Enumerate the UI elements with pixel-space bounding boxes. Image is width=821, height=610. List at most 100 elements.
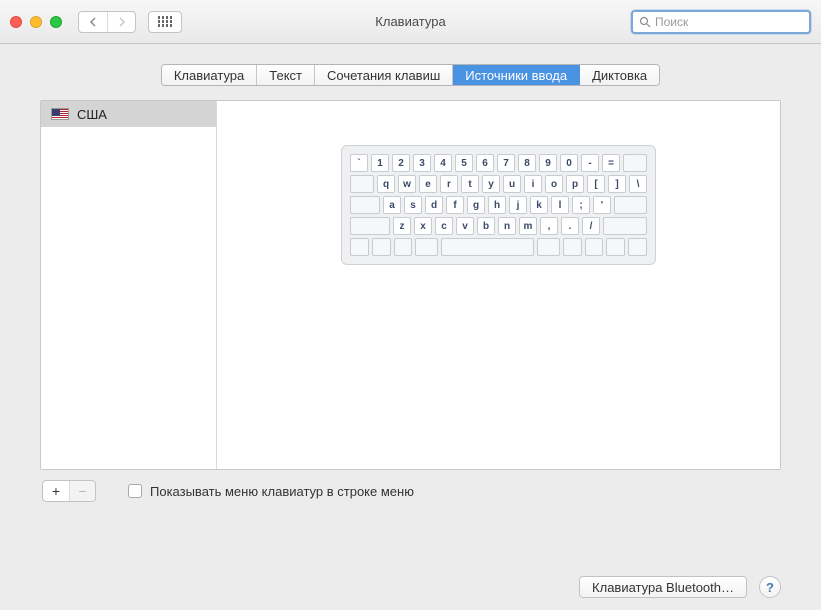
keyboard-graphic: `1234567890-= qwertyuiop[]\ asdfghjkl;' zxc… [341,145,656,265]
tab-bar: КлавиатураТекстСочетания клавишИсточники… [40,64,781,86]
key [372,238,391,256]
key: 9 [539,154,557,172]
search-field[interactable] [631,10,811,34]
key [628,238,647,256]
key: 7 [497,154,515,172]
key: c [435,217,453,235]
source-item-us[interactable]: США [41,101,216,127]
key [623,154,647,172]
key: o [545,175,563,193]
add-source-button[interactable]: + [43,481,69,501]
key: [ [587,175,605,193]
key: ` [350,154,368,172]
key: 2 [392,154,410,172]
key: j [509,196,527,214]
key: 8 [518,154,536,172]
key: b [477,217,495,235]
key: e [419,175,437,193]
key: f [446,196,464,214]
key: d [425,196,443,214]
key: 0 [560,154,578,172]
main-panel: США `1234567890-= qwertyuiop[]\ asdfghjkl;… [40,100,781,470]
key [350,217,390,235]
key [537,238,560,256]
flag-us-icon [51,108,69,120]
key: ] [608,175,626,193]
key [606,238,625,256]
tab-4[interactable]: Диктовка [580,65,659,85]
key: 4 [434,154,452,172]
bluetooth-keyboard-button[interactable]: Клавиатура Bluetooth… [579,576,747,598]
key: 1 [371,154,389,172]
key: n [498,217,516,235]
key: q [377,175,395,193]
remove-source-button[interactable]: − [69,481,95,501]
key: k [530,196,548,214]
key [563,238,582,256]
key: z [393,217,411,235]
key: y [482,175,500,193]
show-all-button[interactable] [148,11,182,33]
key [585,238,604,256]
key: = [602,154,620,172]
show-menu-row: Показывать меню клавиатур в строке меню [128,484,414,499]
keyboard-preview: `1234567890-= qwertyuiop[]\ asdfghjkl;' zxc… [217,101,780,469]
key: a [383,196,401,214]
key: t [461,175,479,193]
key: / [582,217,600,235]
tab-2[interactable]: Сочетания клавиш [315,65,453,85]
tab-3[interactable]: Источники ввода [453,65,580,85]
key: g [467,196,485,214]
key: p [566,175,584,193]
nav-back-forward [78,11,136,33]
back-button[interactable] [79,12,107,32]
key [394,238,413,256]
search-input[interactable] [655,15,803,29]
key [350,196,380,214]
input-sources-list[interactable]: США [41,101,217,469]
tab-0[interactable]: Клавиатура [162,65,257,85]
key: r [440,175,458,193]
help-button[interactable]: ? [759,576,781,598]
key [350,175,374,193]
key: 6 [476,154,494,172]
chevron-right-icon [118,17,126,27]
chevron-left-icon [89,17,97,27]
key: 5 [455,154,473,172]
key [350,238,369,256]
show-menu-label: Показывать меню клавиатур в строке меню [150,484,414,499]
key [614,196,647,214]
key [441,238,534,256]
key: s [404,196,422,214]
key: i [524,175,542,193]
key: h [488,196,506,214]
zoom-window-button[interactable] [50,16,62,28]
key: 3 [413,154,431,172]
key [603,217,647,235]
source-item-label: США [77,107,107,122]
key: l [551,196,569,214]
window-title: Клавиатура [375,14,445,29]
key: . [561,217,579,235]
key: w [398,175,416,193]
show-menu-checkbox[interactable] [128,484,142,498]
key: \ [629,175,647,193]
key: m [519,217,537,235]
search-icon [639,16,651,28]
key: u [503,175,521,193]
key: ' [593,196,611,214]
key: , [540,217,558,235]
forward-button[interactable] [107,12,135,32]
key: x [414,217,432,235]
titlebar: Клавиатура [0,0,821,44]
window-controls [10,16,62,28]
key: v [456,217,474,235]
key: - [581,154,599,172]
grid-icon [158,16,173,27]
add-remove-segmented: + − [42,480,96,502]
tab-1[interactable]: Текст [257,65,315,85]
minimize-window-button[interactable] [30,16,42,28]
close-window-button[interactable] [10,16,22,28]
key: ; [572,196,590,214]
key [415,238,438,256]
